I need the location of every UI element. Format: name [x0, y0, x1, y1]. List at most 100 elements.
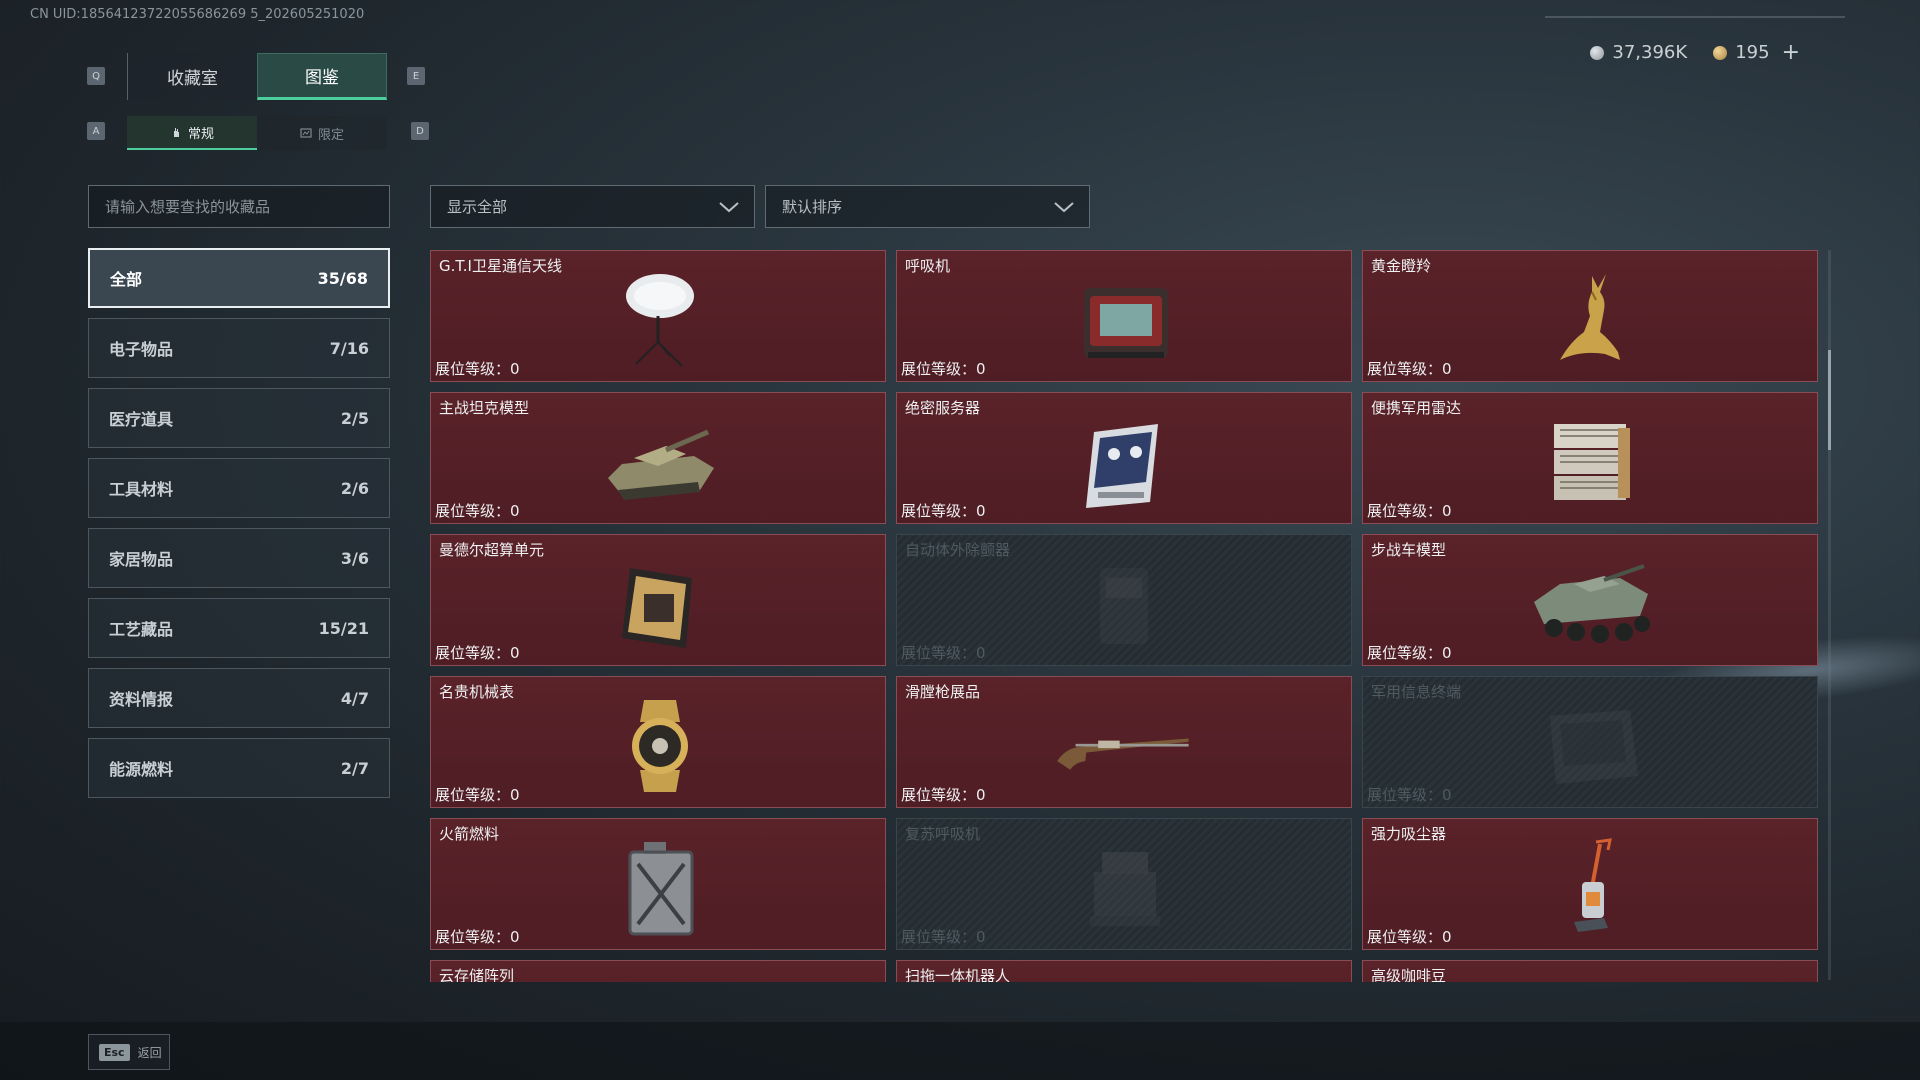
category-tools[interactable]: 工具材料 2/6 — [88, 458, 390, 518]
defibrillator-icon — [1054, 554, 1194, 654]
item-name: 自动体外除颤器 — [905, 541, 1011, 559]
category-crafts[interactable]: 工艺藏品 15/21 — [88, 598, 390, 658]
category-label: 资料情报 — [109, 690, 174, 709]
esc-key-hint: Esc — [99, 1043, 130, 1061]
item-name: 复苏呼吸机 — [905, 825, 981, 843]
item-display-level: 展位等级：0 — [435, 786, 520, 804]
item-display-level: 展位等级：0 — [435, 928, 520, 946]
storage-array-icon — [588, 980, 728, 982]
collection-item-card[interactable]: 火箭燃料展位等级：0 — [430, 818, 886, 950]
silver-coin-icon — [1590, 45, 1605, 60]
category-list: 全部 35/68 电子物品 7/16 医疗道具 2/5 工具材料 2/6 家居物… — [88, 248, 390, 808]
item-name: 强力吸尘器 — [1371, 825, 1447, 843]
supercomputer-icon — [588, 554, 728, 654]
resuscitator-icon — [1054, 838, 1194, 938]
item-display-level: 展位等级：0 — [1367, 644, 1452, 662]
category-count: 3/6 — [340, 548, 369, 568]
subtab-limited-label: 限定 — [317, 127, 344, 143]
collection-item-card[interactable]: 绝密服务器 展位等级：0 — [896, 392, 1352, 524]
item-name: 扫拖一体机器人 — [905, 967, 1011, 982]
category-fuel[interactable]: 能源燃料 2/7 — [88, 738, 390, 798]
subtab-regular[interactable]: 常规 — [127, 116, 257, 150]
silver-currency: 37,396K — [1590, 42, 1687, 63]
category-intel[interactable]: 资料情报 4/7 — [88, 668, 390, 728]
uid-label: CN UID:18564123722055686269 5_2026052510… — [30, 7, 365, 22]
server-icon — [1054, 412, 1194, 512]
ifv-icon — [1520, 554, 1660, 654]
collection-item-card[interactable]: 扫拖一体机器人 — [896, 960, 1352, 982]
back-button[interactable]: Esc 返回 — [88, 1034, 170, 1070]
item-display-level: 展位等级：0 — [1367, 502, 1452, 520]
category-medical[interactable]: 医疗道具 2/5 — [88, 388, 390, 448]
item-name: 曼德尔超算单元 — [439, 541, 545, 559]
item-name: 黄金瞪羚 — [1371, 257, 1432, 275]
subtab-regular-label: 常规 — [187, 126, 214, 142]
limited-icon — [300, 128, 312, 138]
subtab-limited[interactable]: 限定 — [257, 116, 387, 150]
collection-item-card[interactable]: 滑膛枪展品展位等级：0 — [896, 676, 1352, 808]
collection-item-card[interactable]: 自动体外除颤器 展位等级：0 — [896, 534, 1352, 666]
gold-gazelle-icon — [1520, 270, 1660, 370]
collection-item-card[interactable]: 主战坦克模型 展位等级：0 — [430, 392, 886, 524]
q-key-hint: Q — [87, 67, 105, 85]
collection-item-card[interactable]: G.T.I卫星通信天线展位等级：0 — [430, 250, 886, 382]
chevron-down-icon — [1054, 201, 1074, 212]
bottom-bar — [0, 1022, 1920, 1080]
item-name: 滑膛枪展品 — [905, 683, 981, 701]
terminal-icon — [1520, 696, 1660, 796]
category-electronics[interactable]: 电子物品 7/16 — [88, 318, 390, 378]
item-display-level: 展位等级：0 — [901, 928, 986, 946]
search-input[interactable]: 请输入想要查找的收藏品 — [88, 185, 390, 228]
e-key-hint: E — [407, 67, 425, 85]
item-name: 云存储阵列 — [439, 967, 515, 982]
gold-amount: 195 — [1735, 42, 1770, 63]
ventilator-icon — [1054, 270, 1194, 370]
chevron-down-icon — [719, 201, 739, 212]
collection-item-card[interactable]: 黄金瞪羚 展位等级：0 — [1362, 250, 1818, 382]
category-household[interactable]: 家居物品 3/6 — [88, 528, 390, 588]
collection-item-card[interactable]: 步战车模型 展位等级：0 — [1362, 534, 1818, 666]
satellite-dish-icon — [588, 270, 728, 370]
collection-item-card[interactable]: 名贵机械表展位等级：0 — [430, 676, 886, 808]
gold-coin-icon — [1713, 45, 1728, 60]
category-label: 工艺藏品 — [109, 620, 174, 639]
radar-icon — [1520, 412, 1660, 512]
robot-vacuum-icon — [1054, 980, 1194, 982]
item-name: 名贵机械表 — [439, 683, 515, 701]
a-key-hint: A — [87, 122, 105, 140]
sort-dropdown[interactable]: 默认排序 — [765, 185, 1090, 228]
sort-dropdown-value: 默认排序 — [782, 198, 843, 216]
add-currency-button[interactable]: + — [1782, 40, 1800, 65]
collection-item-card[interactable]: 军用信息终端 展位等级：0 — [1362, 676, 1818, 808]
item-display-level: 展位等级：0 — [901, 502, 986, 520]
collection-item-card[interactable]: 呼吸机 展位等级：0 — [896, 250, 1352, 382]
currency-bar: 37,396K 195 + — [1590, 40, 1800, 65]
item-display-level: 展位等级：0 — [901, 786, 986, 804]
tab-catalog[interactable]: 图鉴 — [257, 53, 387, 100]
item-name: 火箭燃料 — [439, 825, 500, 843]
collection-item-card[interactable]: 复苏呼吸机展位等级：0 — [896, 818, 1352, 950]
category-label: 电子物品 — [109, 340, 174, 359]
item-display-level: 展位等级：0 — [1367, 928, 1452, 946]
tab-collection-room[interactable]: 收藏室 — [127, 53, 257, 100]
category-label: 能源燃料 — [109, 760, 174, 779]
coffee-icon — [1520, 980, 1660, 982]
item-display-level: 展位等级：0 — [435, 360, 520, 378]
collection-item-card[interactable]: 强力吸尘器展位等级：0 — [1362, 818, 1818, 950]
item-name: G.T.I卫星通信天线 — [439, 257, 562, 275]
collection-item-card[interactable]: 云存储阵列 — [430, 960, 886, 982]
collection-item-card[interactable]: 便携军用雷达 展位等级：0 — [1362, 392, 1818, 524]
silver-amount: 37,396K — [1612, 42, 1688, 63]
category-label: 全部 — [110, 270, 143, 289]
category-count: 2/5 — [340, 408, 369, 428]
category-count: 2/6 — [340, 478, 369, 498]
d-key-hint: D — [411, 122, 429, 140]
category-all[interactable]: 全部 35/68 — [88, 248, 390, 308]
filter-dropdown[interactable]: 显示全部 — [430, 185, 755, 228]
item-display-level: 展位等级：0 — [435, 644, 520, 662]
collection-item-card[interactable]: 曼德尔超算单元展位等级：0 — [430, 534, 886, 666]
item-name: 军用信息终端 — [1371, 683, 1462, 701]
collection-item-card[interactable]: 高级咖啡豆 — [1362, 960, 1818, 982]
category-label: 工具材料 — [109, 480, 174, 499]
scrollbar-thumb[interactable] — [1828, 350, 1831, 450]
